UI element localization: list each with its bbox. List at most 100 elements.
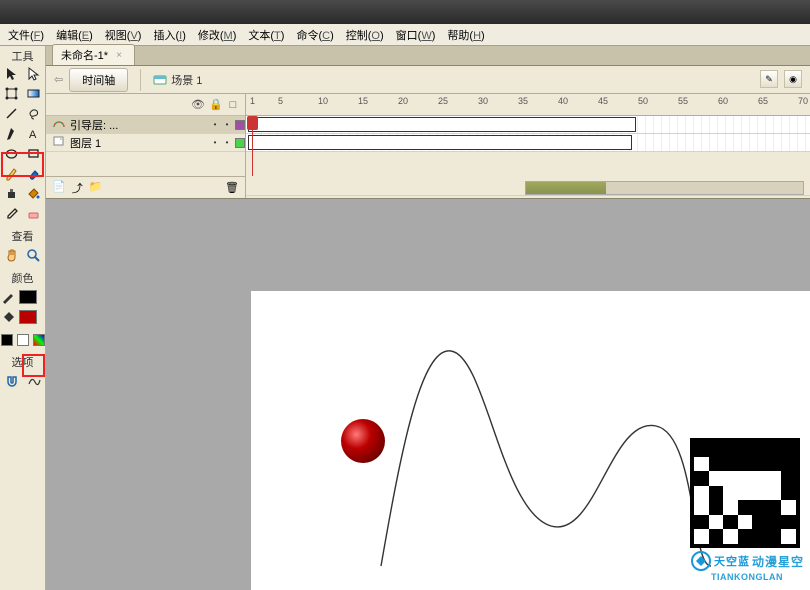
outline-icon[interactable]: □: [227, 99, 239, 111]
ruler-tick: 20: [398, 96, 408, 106]
menu-item[interactable]: 命令(C): [290, 25, 339, 45]
hand-tool[interactable]: [2, 246, 22, 264]
stroke-color-well[interactable]: [19, 290, 37, 304]
options-section-label: 选项: [12, 354, 34, 370]
layers-footer: 📄 ⤴ 📁 🗑: [46, 176, 245, 198]
menu-item[interactable]: 插入(I): [147, 25, 191, 45]
tools-title: 工具: [12, 46, 34, 62]
outline-color[interactable]: [235, 120, 245, 130]
eraser-tool[interactable]: [24, 204, 44, 222]
view-section-label: 查看: [12, 228, 34, 244]
selection-tool[interactable]: [2, 64, 22, 82]
option-smooth-button[interactable]: [24, 372, 44, 390]
frames-column: 15101520253035404550556065707580: [246, 94, 810, 198]
nocolor-button[interactable]: [17, 334, 29, 346]
zoom-tool[interactable]: [24, 246, 44, 264]
layer-icon: [52, 117, 66, 132]
frame-row-guide[interactable]: [246, 116, 810, 134]
ink-bottle-tool[interactable]: [2, 184, 22, 202]
layer-icon: [52, 135, 66, 150]
frame-ruler[interactable]: 15101520253035404550556065707580: [246, 94, 810, 116]
show-hide-icon[interactable]: 👁: [191, 98, 203, 111]
eyedropper-tool[interactable]: [2, 204, 22, 222]
layer-name: 图层 1: [70, 135, 207, 151]
subselection-tool[interactable]: [24, 64, 44, 82]
ruler-tick: 50: [638, 96, 648, 106]
free-transform-tool[interactable]: [2, 84, 22, 102]
swap-colors-button[interactable]: [33, 334, 45, 346]
option-magnet-button[interactable]: [2, 372, 22, 390]
menu-item[interactable]: 文本(T): [242, 25, 290, 45]
ruler-tick: 70: [798, 96, 808, 106]
visibility-dot[interactable]: •: [211, 138, 219, 147]
ruler-tick: 15: [358, 96, 368, 106]
new-folder-button[interactable]: 📁: [89, 180, 103, 196]
color-section-label: 颜色: [12, 270, 34, 286]
paint-bucket-tool[interactable]: [24, 184, 44, 202]
rectangle-tool[interactable]: [24, 144, 44, 162]
default-colors-button[interactable]: [1, 334, 13, 346]
watermark: 天空蓝 动漫星空 TIANKONGLAN: [690, 438, 804, 582]
frame-span[interactable]: [248, 117, 636, 132]
edit-scene-button[interactable]: ✎: [760, 70, 778, 88]
scrollbar-thumb[interactable]: [526, 182, 606, 194]
playhead[interactable]: [252, 116, 253, 176]
menu-item[interactable]: 文件(F): [2, 25, 50, 45]
scene-icon: [153, 73, 167, 87]
ruler-tick: 55: [678, 96, 688, 106]
gradient-transform-tool[interactable]: [24, 84, 44, 102]
close-icon[interactable]: ×: [114, 50, 124, 61]
document-tab[interactable]: 未命名-1* ×: [52, 44, 135, 65]
layers-column: 👁 🔒 □ 引导层: ... • • 图层 1 • • 📄 ⤴ 📁 🗑: [46, 94, 246, 198]
lasso-tool[interactable]: [24, 104, 44, 122]
oval-tool[interactable]: [2, 144, 22, 162]
layer-row[interactable]: 图层 1 • •: [46, 134, 245, 152]
document-tabs: 未命名-1* ×: [46, 46, 810, 66]
scene-label[interactable]: 场景 1: [153, 72, 202, 88]
frames-area[interactable]: [246, 116, 810, 176]
menu-item[interactable]: 视图(V): [99, 25, 148, 45]
title-bar: [0, 0, 810, 24]
lock-dot[interactable]: •: [223, 120, 231, 129]
menu-item[interactable]: 帮助(H): [441, 25, 490, 45]
fill-color-well[interactable]: [19, 310, 37, 324]
qr-code: [690, 438, 800, 548]
new-layer-button[interactable]: 📄: [52, 180, 66, 196]
ruler-tick: 1: [250, 96, 255, 106]
menu-bar: 文件(F)编辑(E)视图(V)插入(I)修改(M)文本(T)命令(C)控制(O)…: [0, 24, 810, 46]
brush-tool[interactable]: [24, 164, 44, 182]
visibility-dot[interactable]: •: [211, 120, 219, 129]
pencil-tool[interactable]: [2, 164, 22, 182]
outline-color[interactable]: [235, 138, 245, 148]
layer-row[interactable]: 引导层: ... • •: [46, 116, 245, 134]
line-tool[interactable]: [2, 104, 22, 122]
stroke-pencil-icon: [1, 290, 15, 304]
timeline-toggle-button[interactable]: 时间轴: [69, 68, 128, 92]
fill-bucket-icon: [1, 310, 15, 324]
back-icon[interactable]: ⇦: [54, 73, 63, 86]
stage-wrapper[interactable]: 天空蓝 动漫星空 TIANKONGLAN: [46, 199, 810, 590]
pen-tool[interactable]: [2, 124, 22, 142]
ruler-tick: 65: [758, 96, 768, 106]
frame-span[interactable]: [248, 135, 632, 150]
document-area: 未命名-1* × ⇦ 时间轴 场景 1 ✎ ◉ 👁 🔒 □: [46, 46, 810, 590]
ruler-tick: 40: [558, 96, 568, 106]
frame-row-layer1[interactable]: [246, 134, 810, 152]
delete-layer-button[interactable]: 🗑: [225, 181, 239, 194]
menu-item[interactable]: 窗口(W): [390, 25, 442, 45]
menu-item[interactable]: 编辑(E): [50, 25, 99, 45]
tools-panel: 工具 A 查看 颜色 选项: [0, 46, 46, 590]
text-tool[interactable]: A: [24, 124, 44, 142]
new-guide-button[interactable]: ⤴: [72, 180, 83, 196]
divider: [140, 69, 141, 91]
frames-scrollbar[interactable]: [525, 181, 804, 195]
symbol-button[interactable]: ◉: [784, 70, 802, 88]
lock-icon[interactable]: 🔒: [209, 98, 221, 111]
ruler-tick: 60: [718, 96, 728, 106]
menu-item[interactable]: 控制(O): [340, 25, 390, 45]
lock-dot[interactable]: •: [223, 138, 231, 147]
timeline-panel: 👁 🔒 □ 引导层: ...••图层 1•• 📄 ⤴ 📁 🗑 151015202…: [46, 94, 810, 199]
menu-item[interactable]: 修改(M): [192, 25, 243, 45]
layer-name: 引导层: ...: [70, 117, 207, 133]
logo-icon: [690, 550, 712, 572]
